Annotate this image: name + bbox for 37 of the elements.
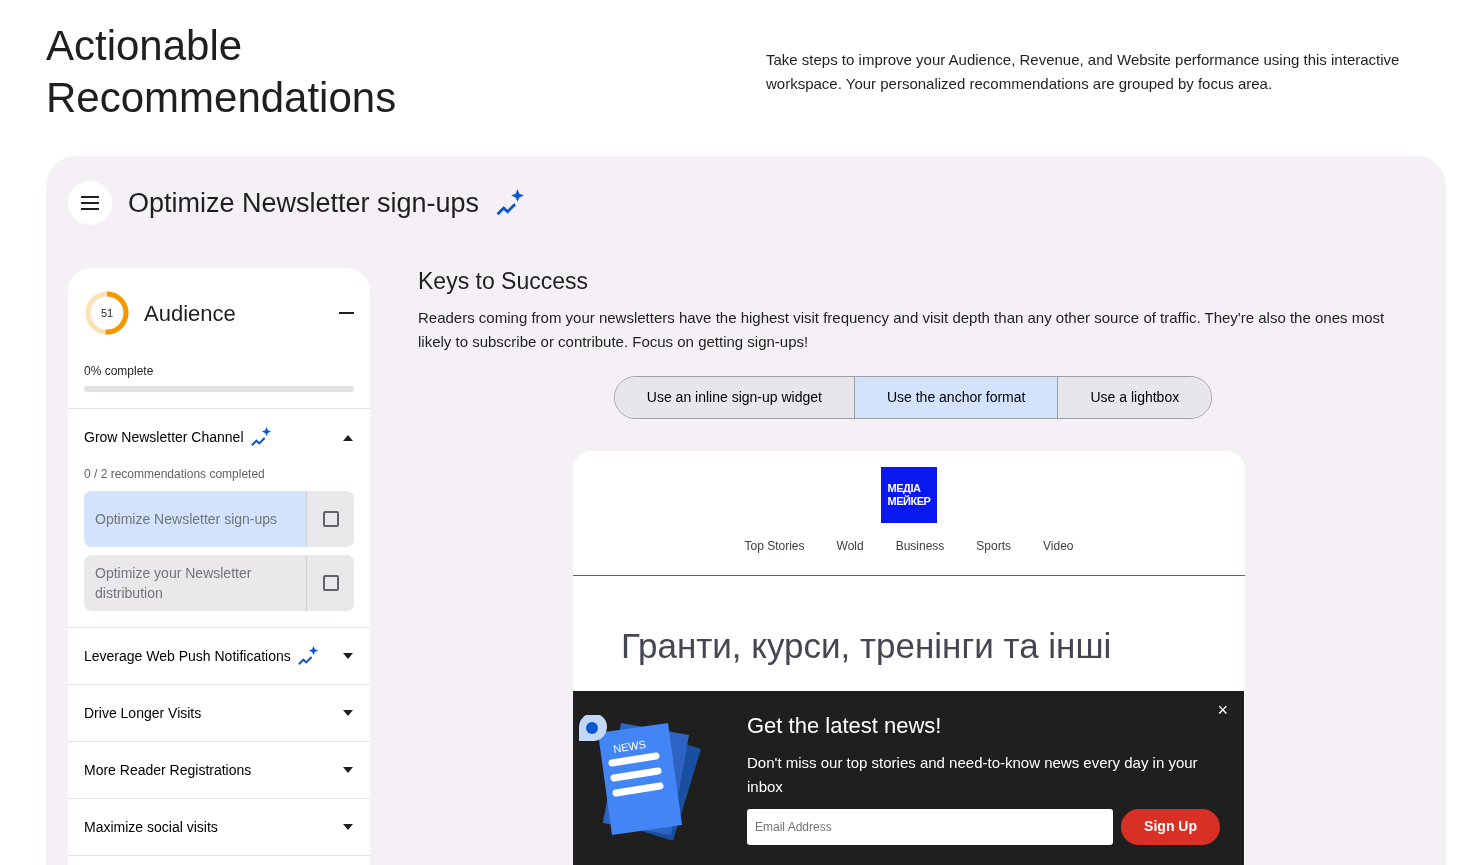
nav-link[interactable]: Top Stories: [744, 536, 805, 555]
page-title: Actionable Recommendations: [46, 21, 398, 123]
sign-up-button[interactable]: Sign Up: [1121, 809, 1220, 845]
group-header[interactable]: Drive Longer Visits: [68, 685, 370, 741]
segment-button[interactable]: Use a lightbox: [1057, 376, 1212, 418]
menu-button[interactable]: [68, 181, 112, 225]
recommendation-item[interactable]: Optimize Newsletter sign-ups: [84, 491, 306, 547]
popup-text: Don't miss our top stories and need-to-know news every day in your inbox: [747, 753, 1199, 797]
completion-count: 0 / 2 recommendations completed: [83, 466, 266, 483]
menu-icon: [81, 196, 99, 210]
section-heading: Keys to Success: [418, 268, 590, 296]
score-ring: [84, 290, 130, 336]
segment-button[interactable]: Use the anchor format: [853, 376, 1058, 418]
progress-label: 0% complete: [84, 363, 155, 380]
group-header[interactable]: Maximize social visits: [68, 799, 370, 855]
popup-title: Get the latest news!: [747, 712, 943, 739]
page-description: Take steps to improve your Audience, Revenue, and Website performance using this interactive workspace. Your personalized recommendations are grouped by focus area.: [766, 50, 1401, 94]
recommendation-item[interactable]: Optimize your Newsletter distribution: [84, 555, 306, 611]
group-header[interactable]: Leverage Web Push Notifications: [68, 628, 370, 684]
close-button[interactable]: ×: [1217, 700, 1228, 719]
group-header[interactable]: Grow Newsletter Channel: [68, 409, 370, 465]
section-title: Audience: [144, 299, 237, 328]
checkbox[interactable]: [322, 575, 339, 591]
checkbox[interactable]: [322, 511, 339, 527]
email-field[interactable]: Email Address: [747, 809, 1114, 845]
minus-icon: [339, 312, 354, 314]
panel-title: Optimize Newsletter sign-ups: [128, 186, 480, 220]
article-headline: Гранти, курси, тренінги та інші: [620, 624, 1113, 667]
site-logo: МЕДІА МЕЙКЕР: [881, 466, 937, 523]
score-value: 51: [100, 305, 114, 321]
nav-link[interactable]: Wold: [836, 536, 864, 555]
nav-link[interactable]: Business: [895, 536, 945, 555]
group-header[interactable]: More Reader Registrations: [68, 742, 370, 798]
nav-link[interactable]: Sports: [976, 536, 1012, 555]
segment-button[interactable]: Use an inline sign-up widget: [614, 376, 854, 418]
nav-link[interactable]: Video: [1043, 536, 1074, 555]
description-text: Readers coming from your newsletters have the highest visit frequency and visit depth than any other source of traffic. They're also the ones most likely to subscribe or contribute. Focus on getting sign-ups!: [418, 307, 1386, 352]
